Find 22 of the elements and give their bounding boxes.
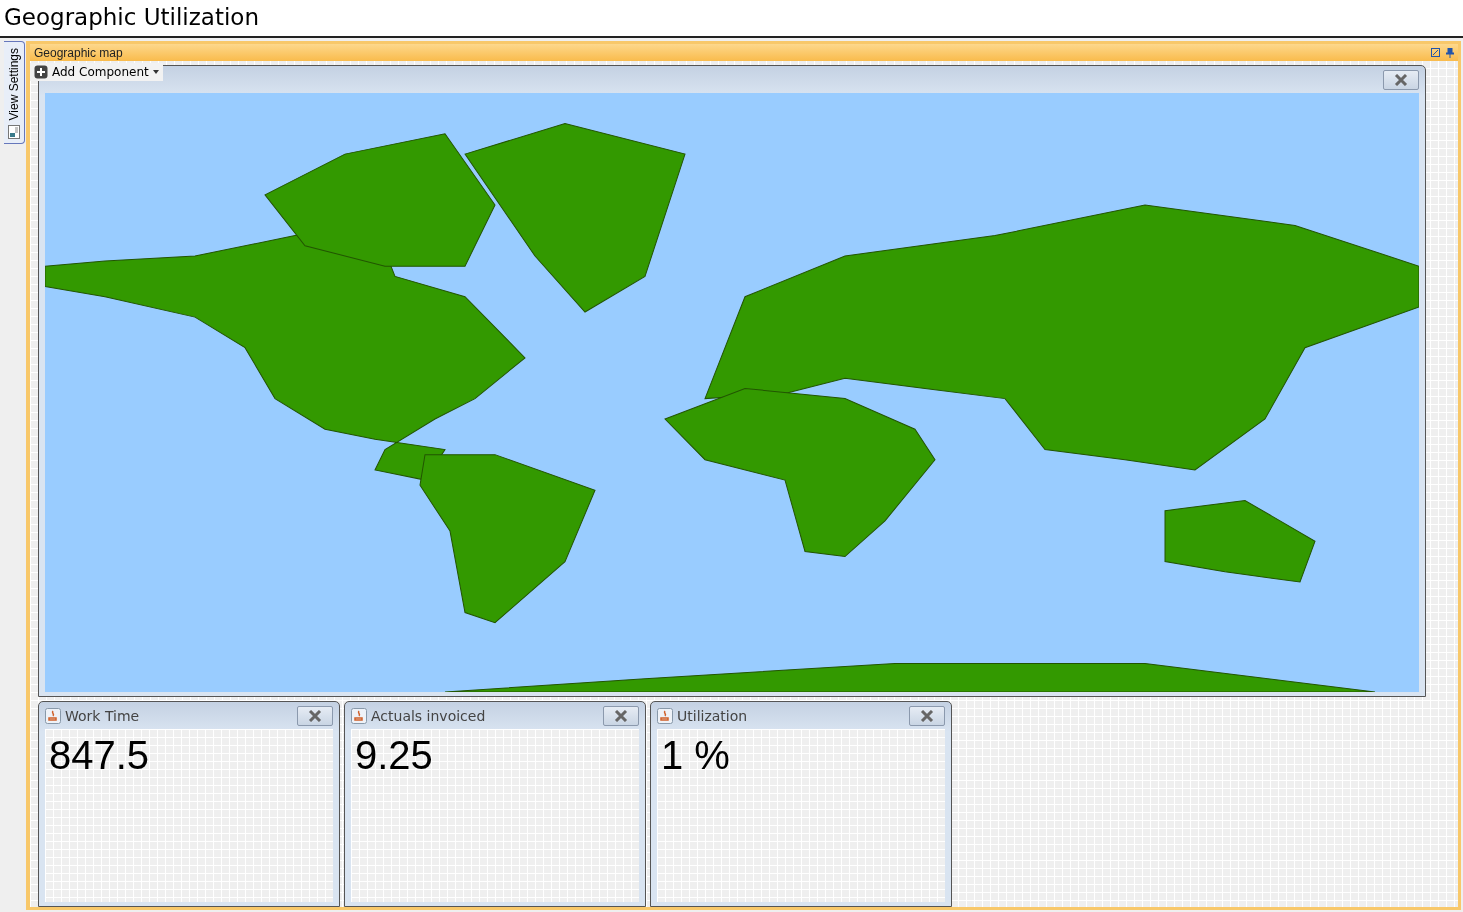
close-icon — [920, 709, 934, 722]
close-button[interactable] — [1383, 69, 1419, 90]
panel-title: Geographic map — [34, 45, 123, 60]
metric-value: 847.5 — [49, 733, 150, 777]
side-tab[interactable]: View Settings — [3, 41, 25, 144]
add-component-button[interactable]: Add Component — [30, 63, 163, 81]
panel-icon — [7, 124, 20, 139]
caret-icon — [152, 70, 159, 74]
close-icon — [308, 709, 322, 722]
plus-icon — [34, 65, 48, 79]
close-button[interactable] — [909, 705, 945, 726]
restore-icon[interactable] — [1431, 47, 1440, 57]
close-icon — [1394, 73, 1408, 86]
card-title: Work Time — [65, 707, 140, 724]
metric-value: 9.25 — [355, 733, 433, 777]
close-button[interactable] — [603, 705, 639, 726]
metric-value: 1 % — [661, 733, 730, 777]
card-title: Utilization — [677, 707, 748, 724]
pin-icon[interactable] — [1446, 47, 1454, 58]
close-icon — [614, 709, 628, 722]
close-button[interactable] — [297, 705, 333, 726]
card-title: Actuals invoiced — [371, 707, 486, 724]
